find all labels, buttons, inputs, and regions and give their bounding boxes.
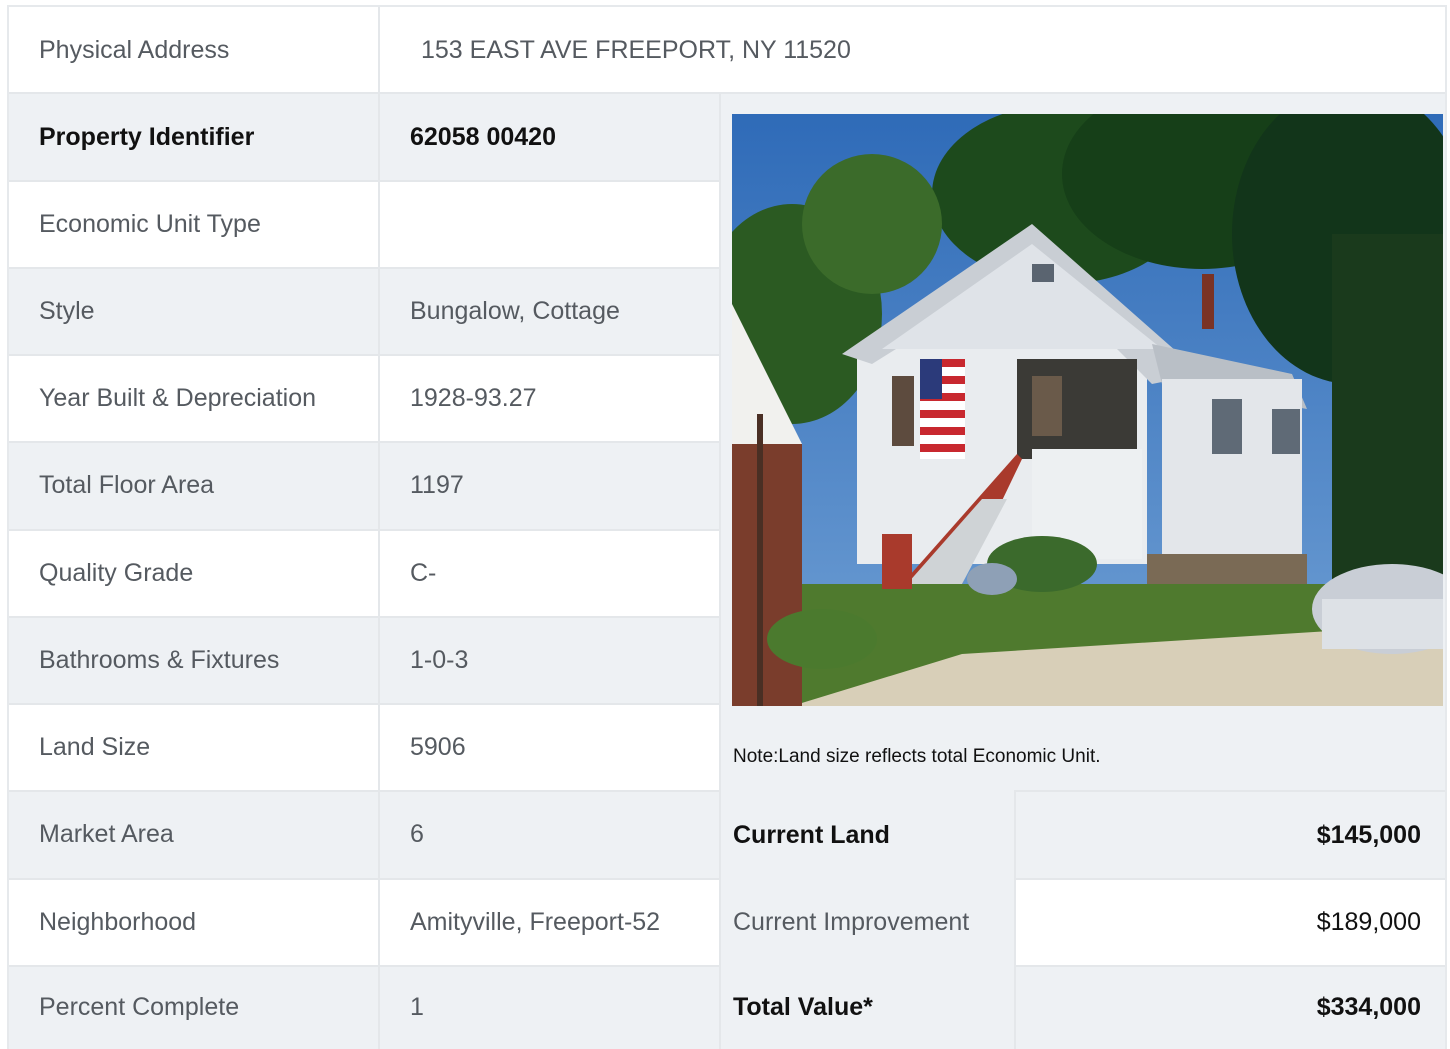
land-size-note: Note:Land size reflects total Economic U…	[733, 746, 1101, 767]
row-label-property-identifier: Property Identifier	[9, 94, 378, 180]
row-divider	[1014, 878, 1445, 880]
row-divider	[1014, 790, 1445, 792]
row-label-quality-grade: Quality Grade	[9, 530, 378, 616]
row-value-property-identifier: 62058 00420	[380, 94, 720, 180]
row-label-style: Style	[9, 268, 378, 354]
row-divider	[9, 616, 720, 618]
row-divider	[9, 180, 720, 182]
current-land-label: Current Land	[733, 820, 890, 849]
row-divider	[9, 441, 720, 443]
row-value-bathrooms: 1-0-3	[380, 617, 720, 703]
row-value-land-size: 5906	[380, 704, 720, 790]
row-label-land-size: Land Size	[9, 704, 378, 790]
row-label-year-built: Year Built & Depreciation	[9, 355, 378, 441]
total-value-label: Total Value*	[733, 993, 873, 1021]
row-label-neighborhood: Neighborhood	[9, 879, 378, 965]
row-value-year-built: 1928-93.27	[380, 355, 720, 441]
row-divider	[9, 267, 720, 269]
row-divider	[9, 878, 720, 880]
row-value-total-floor-area: 1197	[380, 442, 720, 529]
row-label-percent-complete: Percent Complete	[9, 966, 378, 1049]
row-label-total-floor-area: Total Floor Area	[9, 442, 378, 529]
column-divider	[719, 94, 721, 1049]
row-value-quality-grade: C-	[380, 530, 720, 616]
address-label: Physical Address	[9, 7, 379, 93]
row-divider	[1014, 965, 1445, 967]
row-value-percent-complete: 1	[380, 966, 720, 1049]
row-value-style: Bungalow, Cottage	[380, 268, 720, 354]
total-value-value: $334,000	[1016, 966, 1445, 1049]
property-photo	[732, 114, 1443, 706]
row-label-economic-unit-type: Economic Unit Type	[9, 181, 378, 267]
current-improvement-label: Current Improvement	[733, 907, 970, 936]
row-divider	[9, 965, 720, 967]
row-label-market-area: Market Area	[9, 791, 378, 878]
current-improvement-value: $189,000	[1016, 879, 1445, 965]
column-divider	[1014, 792, 1016, 1049]
row-label-bathrooms: Bathrooms & Fixtures	[9, 617, 378, 703]
row-value-economic-unit-type	[380, 181, 720, 267]
current-land-value: $145,000	[1016, 792, 1445, 878]
row-divider	[9, 790, 720, 792]
row-value-market-area: 6	[380, 791, 720, 878]
row-divider	[9, 529, 720, 531]
row-value-neighborhood: Amityville, Freeport-52	[380, 879, 720, 965]
row-divider	[9, 354, 720, 356]
row-divider	[9, 703, 720, 705]
address-value: 153 EAST AVE FREEPORT, NY 11520	[381, 7, 1445, 93]
